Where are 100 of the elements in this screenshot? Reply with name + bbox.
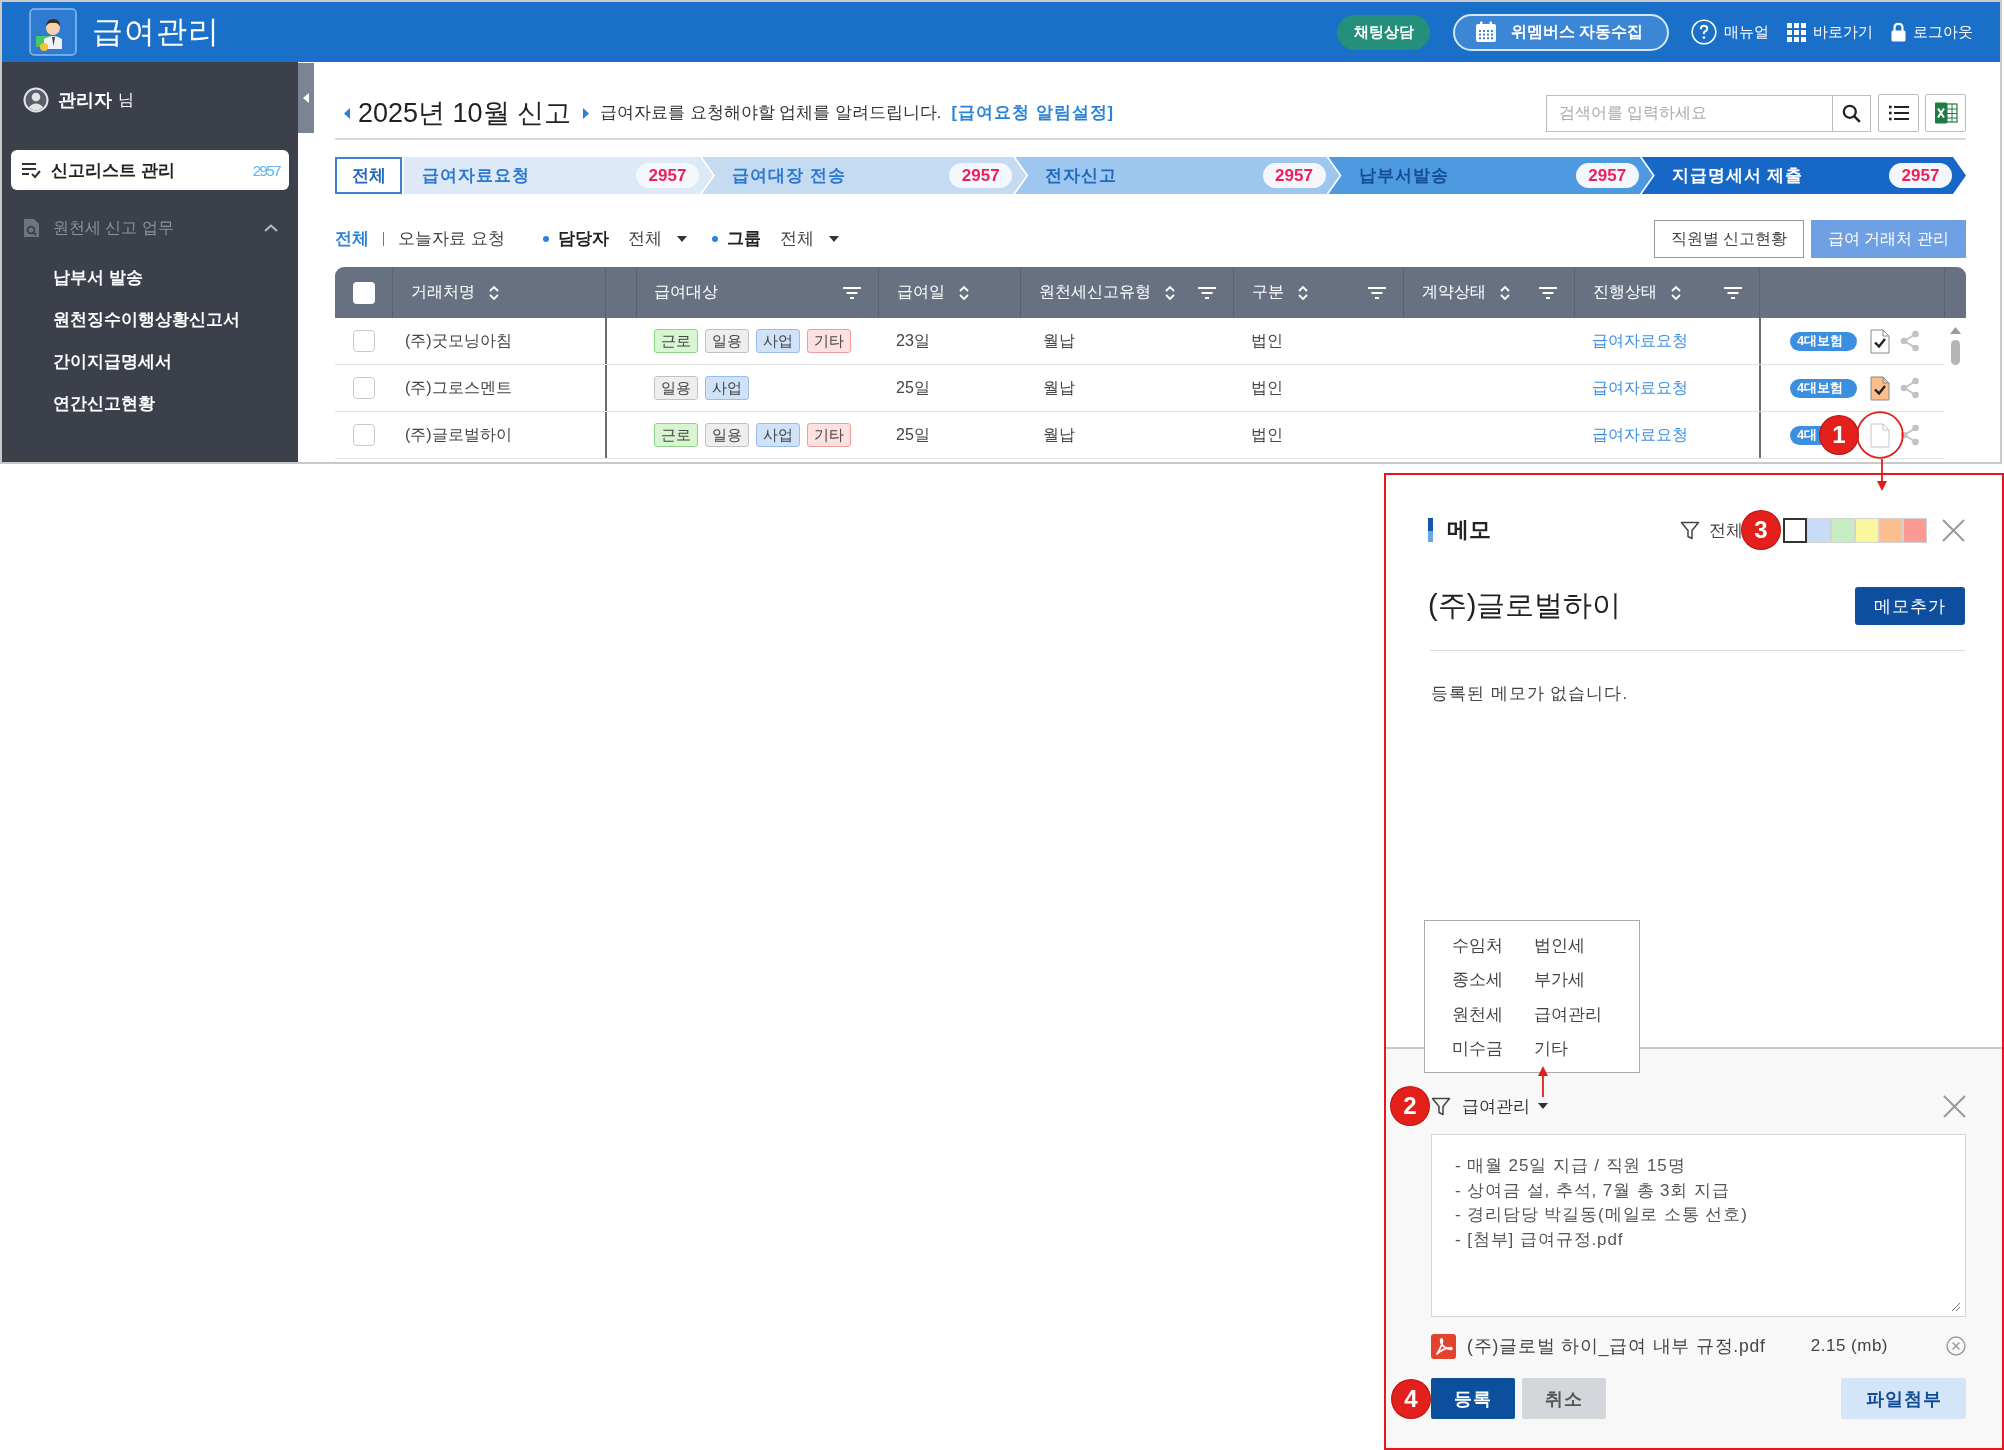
search-field[interactable]: 검색어를 입력하세요 xyxy=(1546,94,1833,132)
header-link[interactable]: 로그아웃 xyxy=(1891,22,1973,42)
sidebar-item[interactable]: 납부서 발송 xyxy=(53,257,143,299)
filter-label: 담당자 xyxy=(557,228,609,249)
remove-icon[interactable] xyxy=(1946,1336,1966,1356)
grid-icon xyxy=(1787,22,1806,42)
menu-item[interactable]: 부가세 xyxy=(1534,962,1634,997)
attachment-name: (주)글로벌 하이_급여 내부 규정.pdf xyxy=(1467,1335,1766,1358)
empty-message: 등록된 메모가 없습니다. xyxy=(1431,684,1630,704)
tag: 사업 xyxy=(756,423,800,447)
step-tab[interactable]: 지급명세서 제출 2957 xyxy=(1641,157,1966,194)
memo-text-field[interactable]: - 매월 25일 지급 / 직원 15명 - 상여금 설, 추석, 7월 총 3회 지급 - 경리담당 박길동(메일로 소통 선호) - [첨부] 급여규정.pdf xyxy=(1431,1134,1966,1317)
status-button[interactable]: 직원별 신고현황 xyxy=(1654,220,1804,258)
dropdown[interactable]: 전체 xyxy=(779,228,839,250)
filter-icon[interactable] xyxy=(1431,1096,1451,1116)
excel-download-button[interactable] xyxy=(1925,94,1966,132)
column-header[interactable]: 거래처명 xyxy=(411,282,475,303)
color-swatch-icon[interactable] xyxy=(1783,517,1807,543)
caret-left-icon[interactable] xyxy=(344,107,350,119)
step-tab[interactable]: 전자신고 2957 xyxy=(1015,157,1340,194)
section-header[interactable]: 원천세 신고 업무 xyxy=(11,216,289,240)
step-tab[interactable]: 급여대장 전송 2957 xyxy=(702,157,1027,194)
menu-item[interactable]: 수임처 xyxy=(1452,928,1534,963)
sort-icon[interactable] xyxy=(1298,284,1308,301)
insurance-badge: 4대보험 xyxy=(1790,331,1857,351)
quick-filter-link[interactable]: 오늘자료 요청 xyxy=(398,228,505,250)
close-icon[interactable] xyxy=(1943,1094,1966,1118)
checkbox[interactable] xyxy=(352,330,375,352)
list-check-icon xyxy=(21,161,41,179)
page-title: 2025년 10월 신고 xyxy=(358,97,572,130)
sidebar-item[interactable]: 신고리스트 관리 2957 xyxy=(11,150,289,190)
share-icon[interactable] xyxy=(1900,424,1920,446)
sort-icon[interactable] xyxy=(1671,284,1681,301)
tag: 근로 xyxy=(654,423,698,447)
menu-item[interactable]: 원천세 xyxy=(1452,997,1534,1032)
document-check-icon[interactable] xyxy=(1870,328,1890,354)
dropdown[interactable]: 전체 xyxy=(627,228,687,250)
collapse-handle[interactable] xyxy=(298,63,314,133)
filter-label: 그룹 xyxy=(726,228,761,249)
caret-down-icon xyxy=(676,236,687,242)
menu-item[interactable]: 종소세 xyxy=(1452,962,1534,997)
callout-number: 2 xyxy=(1391,1087,1429,1125)
column-header[interactable]: 급여일 xyxy=(897,282,945,303)
count-badge: 2957 xyxy=(1262,163,1326,188)
step-tab[interactable]: 납부서발송 2957 xyxy=(1328,157,1653,194)
step-tab[interactable]: 급여자료요청 2957 xyxy=(404,157,713,194)
status-link[interactable]: 급여자료요청 xyxy=(1592,330,1688,352)
pdf-file-icon xyxy=(1431,1333,1456,1359)
category-dropdown[interactable]: 급여관리 xyxy=(1431,1094,1548,1118)
status-link[interactable]: 급여자료요청 xyxy=(1592,377,1688,399)
sort-icon[interactable] xyxy=(1500,284,1510,301)
sort-icon[interactable] xyxy=(959,284,969,301)
attach-file-button[interactable]: 파일첨부 xyxy=(1841,1378,1966,1419)
header-link[interactable]: 매뉴얼 xyxy=(1691,19,1769,45)
document-check-icon[interactable] xyxy=(1870,375,1890,401)
column-header[interactable]: 원천세신고유형 xyxy=(1039,282,1151,303)
quick-filter-link[interactable]: 전체 xyxy=(335,228,369,250)
add-memo-button[interactable]: 메모추가 xyxy=(1855,587,1965,625)
spreadsheet-icon xyxy=(1933,102,1958,124)
chat-button[interactable]: 채팅상담 xyxy=(1337,14,1430,50)
menu-item[interactable]: 미수금 xyxy=(1452,1031,1534,1066)
checkbox[interactable] xyxy=(352,424,375,446)
list-icon xyxy=(1888,105,1909,121)
header-link[interactable]: 바로가기 xyxy=(1787,22,1873,42)
list-view-button[interactable] xyxy=(1878,94,1919,132)
sidebar-item[interactable]: 간이지급명세서 xyxy=(53,341,172,383)
title-accent-bar xyxy=(1428,518,1433,542)
column-header[interactable]: 계약상태 xyxy=(1422,282,1486,303)
notification-settings-link[interactable]: [급여요청 알림설정] xyxy=(951,102,1115,124)
close-icon[interactable] xyxy=(1942,518,1965,542)
search-button[interactable] xyxy=(1833,94,1871,132)
tag: 일용 xyxy=(705,423,749,447)
checkbox[interactable] xyxy=(352,281,375,304)
callout-arrow xyxy=(1537,1065,1549,1097)
step-tab[interactable]: 전체 xyxy=(335,157,402,194)
menu-item[interactable]: 법인세 xyxy=(1534,928,1634,963)
caret-right-icon[interactable] xyxy=(583,107,590,119)
filter-icon[interactable] xyxy=(1680,520,1700,540)
sidebar-item[interactable]: 원천징수이행상황신고서 xyxy=(53,299,240,341)
menu-item[interactable]: 기타 xyxy=(1534,1031,1634,1066)
auto-collect-button[interactable]: 위멤버스 자동수집 xyxy=(1453,13,1669,51)
office-worker-icon xyxy=(29,8,77,56)
resize-grip-icon[interactable] xyxy=(1950,1301,1961,1312)
app-title: 급여관리 xyxy=(92,13,220,51)
count-label: 2957 xyxy=(252,161,280,179)
checkbox[interactable] xyxy=(352,377,375,399)
table-cell-text: 월납 xyxy=(1043,377,1075,398)
caret-up-icon[interactable] xyxy=(1949,327,1961,334)
column-header[interactable]: 구분 xyxy=(1252,282,1284,303)
register-button[interactable]: 등록 xyxy=(1431,1378,1515,1419)
callout-number: 3 xyxy=(1742,511,1780,549)
menu-item[interactable]: 급여관리 xyxy=(1534,997,1634,1032)
sort-icon[interactable] xyxy=(1165,284,1175,301)
sidebar-item[interactable]: 연간신고현황 xyxy=(53,383,155,425)
page-description: 급여자료를 요청해야할 업체를 알려드립니다. xyxy=(600,102,942,123)
column-header[interactable]: 진행상태 xyxy=(1593,282,1657,303)
status-link[interactable]: 급여자료요청 xyxy=(1592,424,1688,446)
cancel-button[interactable]: 취소 xyxy=(1522,1378,1606,1419)
scrollbar-thumb[interactable] xyxy=(1950,340,1960,365)
sort-icon[interactable] xyxy=(489,284,499,301)
